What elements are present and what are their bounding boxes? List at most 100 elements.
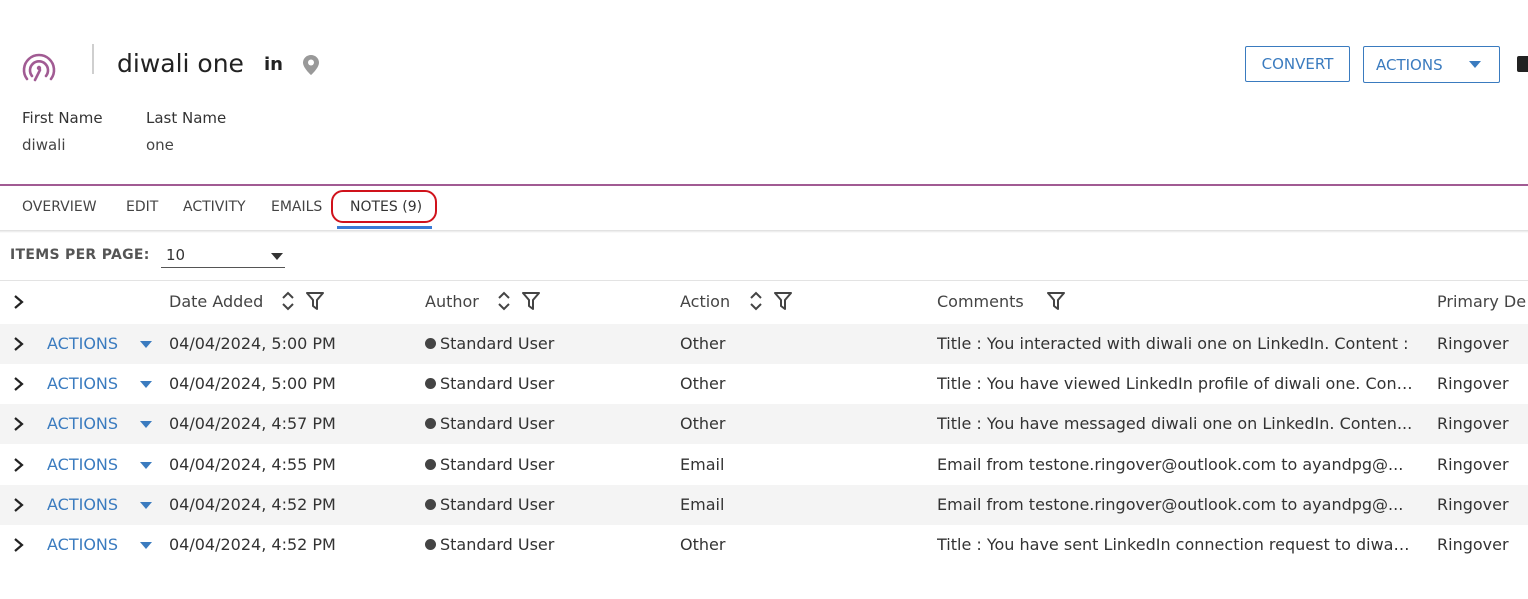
- items-per-page-label: ITEMS PER PAGE:: [10, 247, 150, 263]
- row-comment: Title : You have viewed LinkedIn profile…: [937, 374, 1413, 393]
- filter-icon[interactable]: [306, 292, 324, 310]
- row-primary: Ringover: [1437, 495, 1509, 514]
- row-comment: Title : You have sent LinkedIn connectio…: [937, 535, 1413, 554]
- row-date: 04/04/2024, 4:52 PM: [169, 495, 336, 514]
- last-name-label: Last Name: [146, 109, 227, 127]
- sort-icon[interactable]: [497, 290, 511, 312]
- row-action: Other: [680, 334, 726, 353]
- row-author: Standard User: [425, 334, 554, 353]
- row-primary: Ringover: [1437, 414, 1509, 433]
- filter-icon[interactable]: [522, 292, 540, 310]
- row-comment: Title : You interacted with diwali one o…: [937, 334, 1409, 353]
- first-name-label: First Name: [22, 109, 103, 127]
- column-header-action[interactable]: Action: [680, 292, 730, 311]
- status-dot-icon: [425, 418, 436, 429]
- status-dot-icon: [425, 499, 436, 510]
- table-divider: [0, 280, 1528, 281]
- column-header-author[interactable]: Author: [425, 292, 479, 311]
- chevron-right-icon[interactable]: [12, 416, 26, 432]
- tabs-shadow: [0, 230, 1528, 233]
- header-divider: [92, 44, 94, 74]
- chevron-down-icon[interactable]: [140, 381, 152, 388]
- chevron-right-icon[interactable]: [12, 457, 26, 473]
- row-action: Other: [680, 414, 726, 433]
- column-header-date-added[interactable]: Date Added: [169, 292, 263, 311]
- last-name-value: one: [146, 136, 174, 154]
- actions-dropdown-button[interactable]: ACTIONS: [1363, 46, 1500, 83]
- chevron-down-icon[interactable]: [140, 341, 152, 348]
- chevron-right-icon[interactable]: [12, 376, 26, 392]
- row-primary: Ringover: [1437, 374, 1509, 393]
- row-actions-button[interactable]: ACTIONS: [47, 374, 118, 393]
- row-action: Email: [680, 455, 725, 474]
- column-header-comments[interactable]: Comments: [937, 292, 1024, 311]
- row-action: Other: [680, 535, 726, 554]
- ringover-logo-icon: [22, 53, 56, 82]
- column-header-primary[interactable]: Primary De: [1437, 292, 1526, 311]
- actions-button-label: ACTIONS: [1376, 55, 1443, 74]
- chevron-down-icon[interactable]: [140, 502, 152, 509]
- tab-emails[interactable]: EMAILS: [271, 199, 322, 215]
- status-dot-icon: [425, 539, 436, 550]
- sort-icon[interactable]: [749, 290, 763, 312]
- tab-overview[interactable]: OVERVIEW: [22, 199, 97, 215]
- tab-edit[interactable]: EDIT: [126, 199, 158, 215]
- table-row[interactable]: ACTIONS 04/04/2024, 5:00 PM Standard Use…: [0, 324, 1528, 364]
- chevron-down-icon[interactable]: [140, 542, 152, 549]
- row-actions-button[interactable]: ACTIONS: [47, 495, 118, 514]
- row-author: Standard User: [425, 535, 554, 554]
- page-title: diwali one: [117, 49, 244, 78]
- tab-activity[interactable]: ACTIVITY: [183, 199, 246, 215]
- convert-button-label: CONVERT: [1261, 55, 1334, 73]
- table-row[interactable]: ACTIONS 04/04/2024, 4:55 PM Standard Use…: [0, 445, 1528, 485]
- expand-all-icon[interactable]: [12, 294, 26, 310]
- status-dot-icon: [425, 459, 436, 470]
- table-row[interactable]: ACTIONS 04/04/2024, 4:57 PM Standard Use…: [0, 404, 1528, 444]
- linkedin-icon[interactable]: in: [264, 54, 283, 75]
- status-dot-icon: [425, 378, 436, 389]
- notes-tab-highlight: [331, 190, 437, 223]
- row-date: 04/04/2024, 4:57 PM: [169, 414, 336, 433]
- chevron-right-icon[interactable]: [12, 497, 26, 513]
- row-date: 04/04/2024, 4:52 PM: [169, 535, 336, 554]
- row-actions-button[interactable]: ACTIONS: [47, 334, 118, 353]
- printer-icon[interactable]: [1517, 56, 1528, 72]
- row-comment: Email from testone.ringover@outlook.com …: [937, 455, 1404, 474]
- chevron-down-icon[interactable]: [140, 421, 152, 428]
- chevron-right-icon[interactable]: [12, 336, 26, 352]
- map-pin-icon[interactable]: [303, 55, 319, 75]
- chevron-down-icon: [1469, 61, 1481, 68]
- filter-icon[interactable]: [774, 292, 792, 310]
- row-author: Standard User: [425, 374, 554, 393]
- chevron-down-icon[interactable]: [140, 462, 152, 469]
- table-row[interactable]: ACTIONS 04/04/2024, 4:52 PM Standard Use…: [0, 485, 1528, 525]
- row-actions-button[interactable]: ACTIONS: [47, 455, 118, 474]
- chevron-down-icon: [271, 253, 283, 260]
- table-row[interactable]: ACTIONS 04/04/2024, 5:00 PM Standard Use…: [0, 364, 1528, 404]
- row-primary: Ringover: [1437, 334, 1509, 353]
- items-per-page-value: 10: [166, 246, 186, 264]
- row-actions-button[interactable]: ACTIONS: [47, 414, 118, 433]
- row-action: Other: [680, 374, 726, 393]
- chevron-right-icon[interactable]: [12, 537, 26, 553]
- row-actions-button[interactable]: ACTIONS: [47, 535, 118, 554]
- status-dot-icon: [425, 338, 436, 349]
- row-comment: Email from testone.ringover@outlook.com …: [937, 495, 1404, 514]
- row-author: Standard User: [425, 495, 554, 514]
- header-separator: [0, 184, 1528, 186]
- row-author: Standard User: [425, 414, 554, 433]
- first-name-value: diwali: [22, 136, 66, 154]
- row-date: 04/04/2024, 5:00 PM: [169, 334, 336, 353]
- active-tab-indicator: [337, 226, 432, 229]
- row-primary: Ringover: [1437, 535, 1509, 554]
- filter-icon[interactable]: [1047, 292, 1065, 310]
- row-primary: Ringover: [1437, 455, 1509, 474]
- row-date: 04/04/2024, 4:55 PM: [169, 455, 336, 474]
- row-author: Standard User: [425, 455, 554, 474]
- table-row[interactable]: ACTIONS 04/04/2024, 4:52 PM Standard Use…: [0, 525, 1528, 565]
- row-date: 04/04/2024, 5:00 PM: [169, 374, 336, 393]
- row-comment: Title : You have messaged diwali one on …: [937, 414, 1413, 433]
- convert-button[interactable]: CONVERT: [1245, 46, 1350, 82]
- sort-icon[interactable]: [281, 290, 295, 312]
- items-per-page-select[interactable]: 10: [161, 244, 285, 268]
